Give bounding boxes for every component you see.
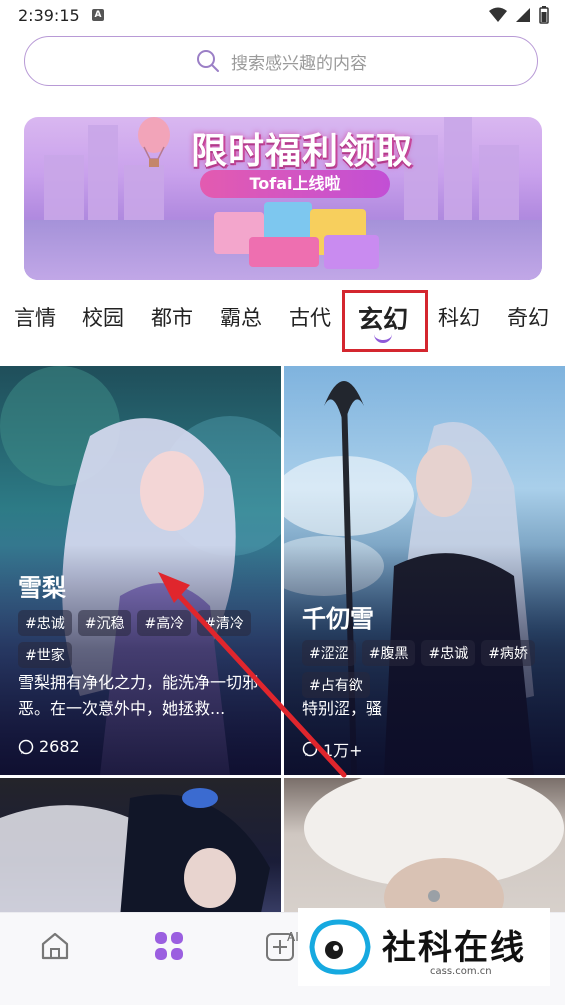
character-description: 雪梨拥有净化之力，能洗净一切邪恶。在一次意外中，她拯救... — [18, 673, 259, 718]
nav-ai-label: AI — [287, 930, 299, 944]
tag: #腹黑 — [361, 640, 416, 666]
tag: #高冷 — [137, 610, 192, 636]
tag: #涩涩 — [302, 640, 356, 666]
tag: #沉稳 — [77, 610, 132, 636]
chat-count-value: 1万+ — [323, 741, 363, 760]
tag: #清冷 — [197, 610, 251, 636]
character-description: 特别涩，骚 — [302, 699, 383, 718]
character-illustration — [304, 778, 564, 918]
battery-icon — [539, 6, 549, 24]
tag: #世家 — [18, 642, 72, 668]
tab-campus[interactable]: 校园 — [82, 302, 124, 332]
search-placeholder: 搜索感兴趣的内容 — [231, 53, 367, 74]
chat-count: 1万+ — [302, 737, 363, 761]
banner-building — [44, 155, 84, 225]
tab-fantasy[interactable]: 玄幻 — [358, 300, 408, 336]
tab-mystic[interactable]: 奇幻 — [507, 302, 549, 332]
chat-count: 2682 — [18, 737, 80, 756]
banner-building — [124, 165, 164, 225]
nav-discover[interactable] — [152, 929, 186, 967]
search-input[interactable]: 搜索感兴趣的内容 — [24, 36, 538, 86]
tag: #占有欲 — [302, 672, 370, 698]
grid-icon — [155, 932, 183, 960]
chat-count-value: 2682 — [39, 737, 80, 756]
status-icons — [489, 6, 549, 24]
character-card[interactable]: 雪梨 #忠诚 #沉稳 #高冷 #清冷 #世家 雪梨拥有净化之力，能洗净一切邪恶。… — [0, 366, 281, 775]
character-illustration — [0, 788, 270, 918]
character-name: 千仞雪 — [302, 605, 374, 633]
tab-urban[interactable]: 都市 — [151, 302, 193, 332]
nav-home[interactable] — [38, 929, 72, 967]
character-card[interactable]: 千仞雪 #涩涩 #腹黑 #忠诚 #病娇 #占有欲 特别涩，骚 1万+ — [284, 366, 565, 775]
category-tabs: 言情 校园 都市 霸总 古代 玄幻 科幻 奇幻 — [0, 290, 565, 352]
character-card[interactable] — [284, 778, 565, 918]
status-time: 2:39:15 — [18, 6, 80, 25]
banner-title: 限时福利领取 — [190, 131, 413, 172]
tag: #忠诚 — [18, 610, 72, 636]
tag: #病娇 — [481, 640, 535, 666]
tag-list: #涩涩 #腹黑 #忠诚 #病娇 #占有欲 — [302, 640, 552, 698]
search-icon — [197, 50, 219, 72]
banner-building — [444, 117, 472, 225]
tag: #忠诚 — [421, 640, 476, 666]
tab-ancient[interactable]: 古代 — [289, 302, 331, 332]
status-bar: 2:39:15 A — [0, 0, 565, 32]
tab-romance[interactable]: 言情 — [14, 302, 56, 332]
watermark-text: 社科在线 — [382, 928, 526, 968]
tab-ceo[interactable]: 霸总 — [220, 302, 262, 332]
signal-icon — [516, 8, 530, 22]
banner-subtitle: Tofai上线啦 — [200, 170, 390, 198]
chat-bubble-icon — [302, 741, 318, 757]
tag-list: #忠诚 #沉稳 #高冷 #清冷 #世家 — [18, 610, 268, 668]
gift-box-icon — [249, 237, 319, 267]
chat-bubble-icon — [18, 739, 34, 754]
home-icon — [41, 932, 69, 960]
character-card[interactable] — [0, 778, 281, 918]
balloon-icon — [138, 117, 170, 167]
promo-banner[interactable]: 限时福利领取 Tofai上线啦 — [24, 117, 542, 280]
watermark: 社科在线 cass.com.cn — [298, 908, 550, 986]
notification-icon: A — [92, 9, 104, 21]
wifi-icon — [489, 7, 507, 22]
banner-building — [479, 145, 519, 225]
gift-box-icon — [324, 235, 379, 269]
watermark-logo-icon — [309, 919, 371, 975]
watermark-url: cass.com.cn — [430, 966, 492, 977]
character-name: 雪梨 — [18, 574, 66, 602]
tab-scifi[interactable]: 科幻 — [438, 302, 480, 332]
banner-building — [88, 125, 118, 225]
